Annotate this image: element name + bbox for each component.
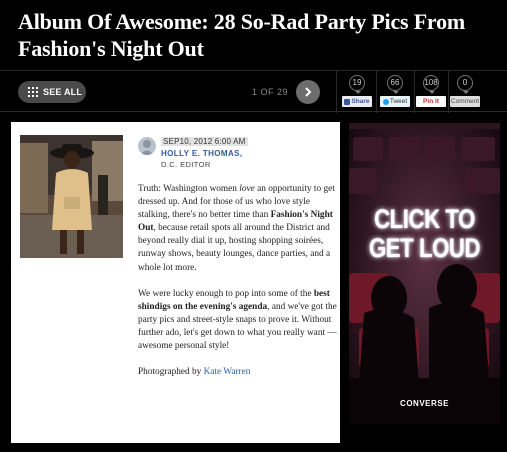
twitter-icon <box>382 98 389 105</box>
credit-prefix: Photographed by <box>138 367 204 378</box>
facebook-share-button[interactable]: Share <box>342 96 372 107</box>
share-count-pinterest: 108 <box>423 75 439 94</box>
comment-label: Comment <box>450 98 480 105</box>
headline: Album Of Awesome: 28 So-Rad Party Pics F… <box>18 8 498 62</box>
paragraph-2: We were lucky enough to pop into some of… <box>138 288 340 353</box>
share-comment: 0 Comment <box>450 75 480 107</box>
publish-date: SEP10, 2012 6:00 AM <box>161 137 248 146</box>
divider <box>448 71 449 113</box>
text: , because retail spots all around the Di… <box>138 223 331 273</box>
divider <box>336 71 337 113</box>
ad-headline-line-1: CLICK TO <box>374 204 475 234</box>
see-all-label: SEE ALL <box>43 87 83 97</box>
ad-headline: CLICK TO GET LOUD <box>363 205 487 263</box>
paragraph-1: Truth: Washington women love an opportun… <box>138 183 340 275</box>
see-all-button[interactable]: SEE ALL <box>18 81 86 103</box>
next-button[interactable] <box>296 80 320 104</box>
text: We were lucky enough to pop into some of… <box>138 288 314 299</box>
share-count-facebook: 19 <box>349 75 365 94</box>
photographer-link[interactable]: Kate Warren <box>204 367 251 377</box>
facebook-share-label: Share <box>351 98 370 105</box>
gallery-toolbar: SEE ALL 1 OF 29 19 Share 66 Tweet 108 Pi… <box>0 70 507 113</box>
headline-line-1: Album Of Awesome: 28 So-Rad Party Pics F… <box>18 9 466 34</box>
grid-icon <box>28 87 38 97</box>
ad-headline-line-2: GET LOUD <box>368 233 481 263</box>
tweet-button[interactable]: Tweet <box>380 96 410 107</box>
street-style-photo <box>20 135 123 258</box>
divider <box>414 71 415 113</box>
author-role: D.C. EDITOR <box>161 160 211 169</box>
chevron-right-icon <box>305 87 312 97</box>
share-pinterest: 108 Pin it <box>416 75 446 107</box>
share-facebook: 19 Share <box>342 75 372 107</box>
share-count-twitter: 66 <box>387 75 403 94</box>
tweet-label: Tweet <box>389 98 408 105</box>
divider <box>376 71 377 113</box>
avatar <box>138 137 156 155</box>
article-panel: SEP10, 2012 6:00 AM HOLLY E. THOMAS, D.C… <box>11 122 340 443</box>
pager-text: 1 OF 29 <box>252 87 289 97</box>
pin-it-button[interactable]: Pin it <box>416 96 446 107</box>
headline-line-2: Fashion's Night Out <box>18 36 204 61</box>
comment-button[interactable]: Comment <box>450 96 480 107</box>
comment-count: 0 <box>457 75 473 94</box>
text: Truth: Washington women <box>138 184 240 194</box>
converse-logo: CONVERSE <box>400 399 449 408</box>
author-link[interactable]: HOLLY E. THOMAS, <box>161 149 243 158</box>
share-twitter: 66 Tweet <box>380 75 410 107</box>
facebook-icon <box>344 98 351 105</box>
article-body: Truth: Washington women love an opportun… <box>138 183 340 392</box>
converse-ad[interactable]: CLICK TO GET LOUD CONVERSE <box>349 123 500 424</box>
photo-credit: Photographed by Kate Warren <box>138 366 340 379</box>
pin-it-label: Pin it <box>423 98 439 105</box>
emphasis: love <box>239 184 255 194</box>
